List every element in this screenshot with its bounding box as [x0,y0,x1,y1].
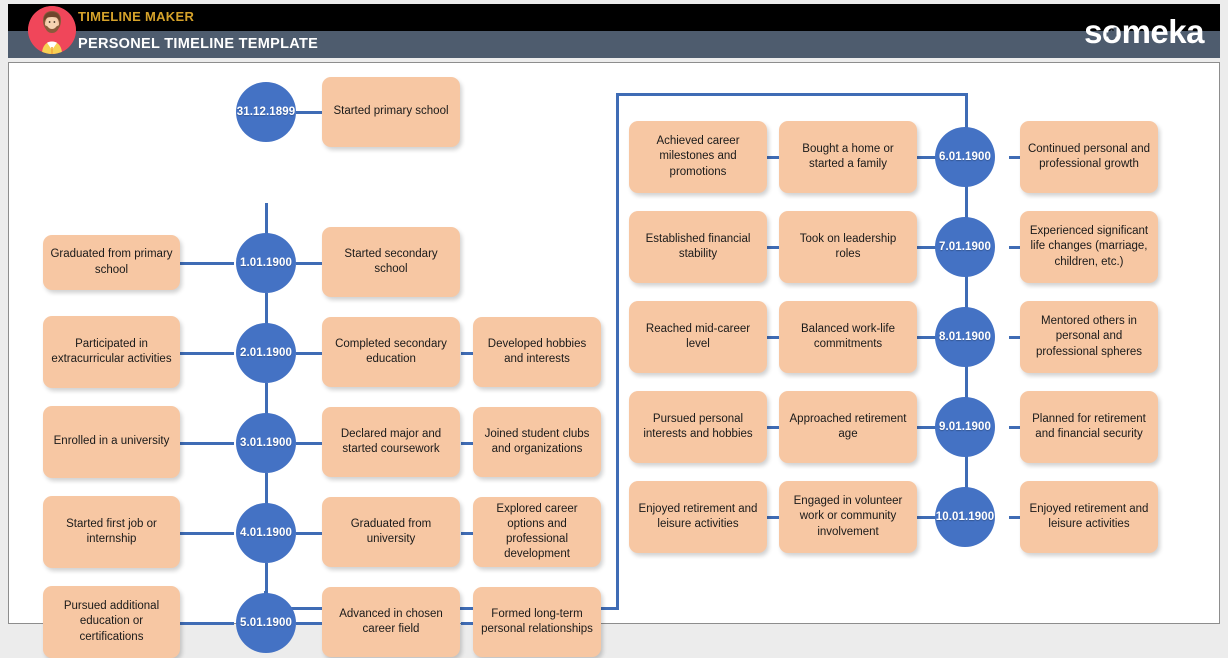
r-card-first-row1[interactable]: Achieved career milestones and promotion… [629,121,767,193]
logo-text-pre: s [1084,12,1102,50]
card-left-row5[interactable]: Started first job or internship [43,496,180,568]
card-left-row2[interactable]: Graduated from primary school [43,235,180,290]
bar-chart-icon [1106,27,1117,37]
connector-left-row5 [179,532,234,535]
avatar-person-icon [28,6,76,54]
card-mid-row6[interactable]: Advanced in chosen career field [322,587,460,657]
r-card-outer-row2[interactable]: Experienced significant life changes (ma… [1020,211,1158,283]
timeline-node-5[interactable]: 4.01.1900 [236,503,296,563]
card-mid-row1[interactable]: Started primary school [322,77,460,147]
card-mid-row4[interactable]: Declared major and started coursework [322,407,460,477]
timeline-node-4[interactable]: 3.01.1900 [236,413,296,473]
route-vertical-up [616,93,619,610]
card-mid-row3[interactable]: Completed secondary education [322,317,460,387]
timeline-node-3[interactable]: 2.01.1900 [236,323,296,383]
r-card-first-row2[interactable]: Established financial stability [629,211,767,283]
timeline-node-7[interactable]: 6.01.1900 [935,127,995,187]
timeline-node-11[interactable]: 10.01.1900 [935,487,995,547]
card-mid-row2[interactable]: Started secondary school [322,227,460,297]
connector-left-row2 [179,262,234,265]
timeline-node-10[interactable]: 9.01.1900 [935,397,995,457]
card-third-row5[interactable]: Explored career options and professional… [473,497,601,567]
route-top-horizontal [616,93,968,96]
r-card-second-row5[interactable]: Engaged in volunteer work or community i… [779,481,917,553]
timeline-canvas: 31.12.1899 1.01.1900 2.01.1900 3.01.1900… [8,62,1220,658]
logo-text-post: meka [1121,12,1205,50]
card-mid-row5[interactable]: Graduated from university [322,497,460,567]
avatar [28,6,76,54]
logo-o-letter: o [1102,15,1122,48]
timeline-node-9[interactable]: 8.01.1900 [935,307,995,367]
brand-kicker: TIMELINE MAKER [78,9,195,24]
r-card-second-row3[interactable]: Balanced work-life commitments [779,301,917,373]
connector-left-row6 [179,622,234,625]
card-third-row4[interactable]: Joined student clubs and organizations [473,407,601,477]
card-left-row6[interactable]: Pursued additional education or certific… [43,586,180,658]
card-third-row6[interactable]: Formed long-term personal relationships [473,587,601,657]
r-card-first-row4[interactable]: Pursued personal interests and hobbies [629,391,767,463]
r-card-outer-row1[interactable]: Continued personal and professional grow… [1020,121,1158,193]
page-title: PERSONEL TIMELINE TEMPLATE [78,36,319,52]
r-card-second-row4[interactable]: Approached retirement age [779,391,917,463]
timeline-node-2[interactable]: 1.01.1900 [236,233,296,293]
timeline-node-6[interactable]: 5.01.1900 [236,593,296,653]
app-header: TIMELINE MAKER PERSONEL TIMELINE TEMPLAT… [8,4,1220,58]
timeline-node-8[interactable]: 7.01.1900 [935,217,995,277]
timeline-node-1[interactable]: 31.12.1899 [236,82,296,142]
r-card-outer-row3[interactable]: Mentored others in personal and professi… [1020,301,1158,373]
r-card-first-row3[interactable]: Reached mid-career level [629,301,767,373]
card-left-row4[interactable]: Enrolled in a university [43,406,180,478]
r-card-outer-row4[interactable]: Planned for retirement and financial sec… [1020,391,1158,463]
r-card-outer-row5[interactable]: Enjoyed retirement and leisure activitie… [1020,481,1158,553]
card-left-row3[interactable]: Participated in extracurricular activiti… [43,316,180,388]
r-card-second-row1[interactable]: Bought a home or started a family [779,121,917,193]
someka-logo: someka [1084,6,1204,56]
connector-left-row3 [179,352,234,355]
r-card-second-row2[interactable]: Took on leadership roles [779,211,917,283]
card-third-row3[interactable]: Developed hobbies and interests [473,317,601,387]
r-card-first-row5[interactable]: Enjoyed retirement and leisure activitie… [629,481,767,553]
connector-left-row4 [179,442,234,445]
